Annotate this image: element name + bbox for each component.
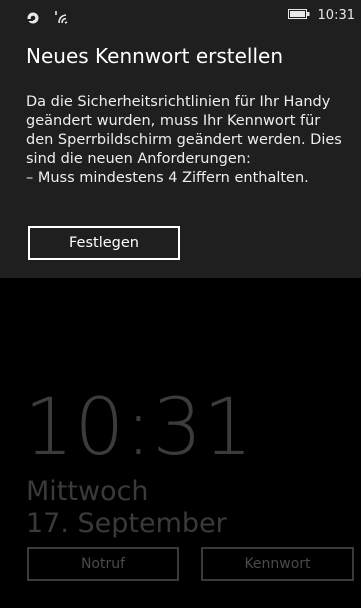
message-line: – Muss mindestens 4 Ziffern enthalten. (26, 170, 309, 186)
password-button[interactable]: Kennwort (201, 547, 354, 581)
dialog-title: Neues Kennwort erstellen (26, 44, 284, 68)
dialog-message: Da die Sicherheitsrichtlinien für Ihr Ha… (26, 93, 356, 188)
status-right: 10:31 (287, 8, 355, 23)
message-line: Da die Sicherheitsrichtlinien für Ihr Ha… (26, 94, 331, 110)
emergency-call-button[interactable]: Notruf (27, 547, 179, 581)
status-bar: 10:31 (0, 0, 361, 32)
status-time: 10:31 (317, 8, 355, 23)
password-dialog: 10:31 Neues Kennwort erstellen Da die Si… (0, 0, 361, 278)
signal-icon (54, 9, 70, 28)
data-sense-icon (26, 9, 40, 28)
message-line: sind die neuen Anforderungen: (26, 151, 251, 167)
status-left-icons (26, 9, 70, 28)
lock-screen-time: 10:31 (24, 383, 254, 473)
lock-screen-date: 17. September (26, 508, 227, 539)
message-line: geändert wurden, muss Ihr Kennwort für (26, 113, 321, 129)
set-password-button[interactable]: Festlegen (28, 226, 180, 260)
battery-icon (287, 8, 310, 23)
lock-screen-weekday: Mittwoch (26, 476, 149, 507)
message-line: den Sperrbildschirm geändert werden. Die… (26, 132, 342, 148)
